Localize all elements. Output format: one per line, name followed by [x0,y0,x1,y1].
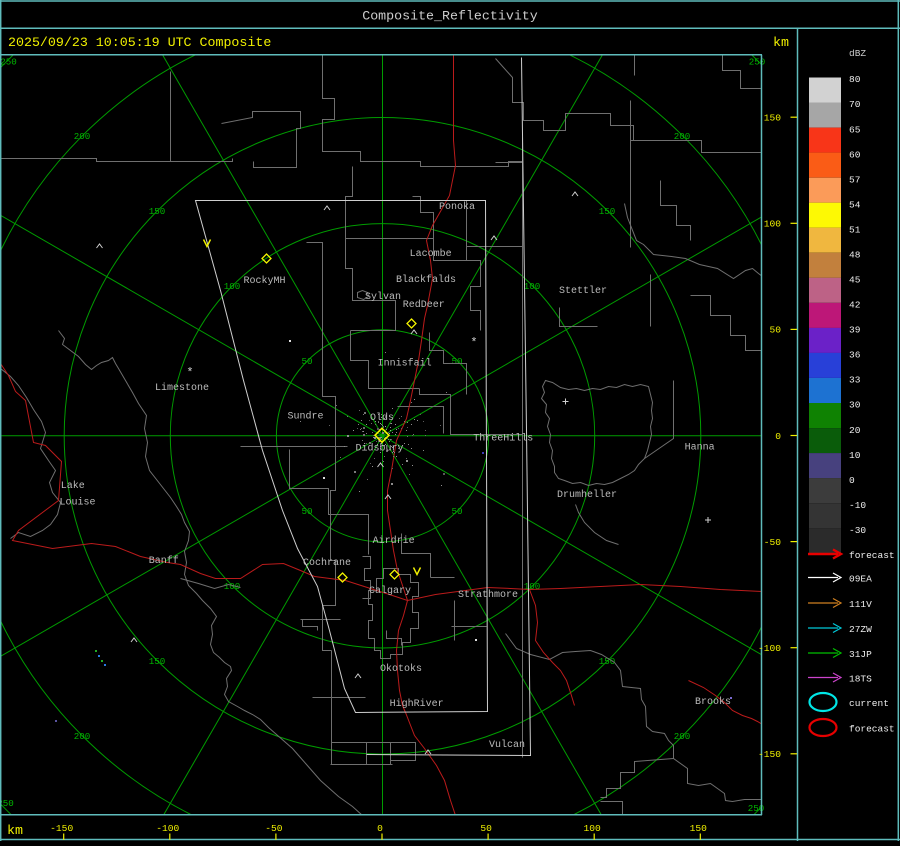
svg-text:Sylvan: Sylvan [365,291,401,303]
svg-text:-10: -10 [849,500,866,511]
svg-text:100: 100 [584,823,602,834]
svg-text:50: 50 [769,325,781,336]
svg-text:50: 50 [301,506,312,517]
svg-text:27ZW: 27ZW [849,624,872,635]
svg-text:RockyMH: RockyMH [244,275,286,287]
svg-text:Composite_Reflectivity: Composite_Reflectivity [362,9,538,24]
svg-text:100: 100 [224,281,241,292]
svg-text:Drumheller: Drumheller [557,489,617,501]
svg-text:200: 200 [74,131,91,142]
svg-text:100: 100 [524,581,541,592]
svg-text:150: 150 [764,113,782,124]
svg-text:50: 50 [301,356,312,367]
svg-text:250: 250 [0,57,17,68]
svg-text:31JP: 31JP [849,649,872,660]
svg-text:150: 150 [149,656,166,667]
svg-text:80: 80 [849,74,861,85]
svg-text:111V: 111V [849,599,872,610]
svg-text:km: km [7,823,23,838]
svg-text:0: 0 [775,431,781,442]
svg-text:51: 51 [849,224,861,235]
svg-text:65: 65 [849,124,861,135]
svg-text:Ponoka: Ponoka [439,201,475,213]
svg-text:km: km [773,35,789,50]
svg-text:33: 33 [849,375,861,386]
svg-text:39: 39 [849,325,861,336]
svg-text:50: 50 [480,823,492,834]
svg-text:50: 50 [451,506,462,517]
svg-text:Stettler: Stettler [559,285,607,297]
svg-text:-150: -150 [758,749,781,760]
svg-text:-100: -100 [758,643,781,654]
svg-text:50: 50 [451,356,462,367]
svg-text:Lacombe: Lacombe [410,248,452,260]
svg-text:dBZ: dBZ [849,48,866,59]
svg-text:*: * [470,336,477,350]
svg-text:Cochrane: Cochrane [303,557,351,569]
svg-text:150: 150 [599,206,616,217]
svg-text:150: 150 [690,823,708,834]
svg-text:-150: -150 [50,823,73,834]
svg-text:Olds: Olds [370,412,394,424]
svg-text:current: current [849,698,889,709]
svg-text:-30: -30 [849,525,866,536]
svg-text:Lake: Lake [61,480,85,492]
svg-text:20: 20 [849,425,861,436]
svg-text:200: 200 [674,731,691,742]
svg-text:Didsbury: Didsbury [356,443,404,455]
svg-text:ThreeHills: ThreeHills [473,433,533,445]
svg-text:-50: -50 [265,823,283,834]
svg-text:Limestone: Limestone [155,382,209,394]
svg-text:100: 100 [764,219,782,230]
svg-text:57: 57 [849,174,860,185]
svg-text:18TS: 18TS [849,674,872,685]
svg-text:Airdrie: Airdrie [373,535,415,547]
svg-text:forecast: forecast [849,550,895,561]
svg-text:48: 48 [849,250,861,261]
svg-text:Innisfail: Innisfail [378,358,432,370]
svg-text:45: 45 [849,275,861,286]
svg-text:60: 60 [849,149,861,160]
svg-text:Louise: Louise [60,496,96,508]
svg-text:Strathmore: Strathmore [458,589,518,601]
svg-text:*: * [186,366,193,380]
svg-text:Calgary: Calgary [369,585,411,597]
svg-text:250: 250 [749,57,766,68]
svg-text:Banff: Banff [149,555,179,567]
svg-text:30: 30 [849,400,861,411]
svg-text:70: 70 [849,99,861,110]
svg-text:2025/09/23 10:05:19 UTC Compos: 2025/09/23 10:05:19 UTC Composite [8,35,271,50]
svg-text:Brooks: Brooks [695,696,731,708]
svg-text:Hanna: Hanna [685,443,715,454]
svg-text:36: 36 [849,350,861,361]
svg-text:forecast: forecast [849,724,895,735]
svg-text:Okotoks: Okotoks [380,663,422,675]
svg-text:10: 10 [849,450,861,461]
svg-text:-50: -50 [764,537,782,548]
svg-text:0: 0 [849,475,855,486]
svg-text:-100: -100 [156,823,179,834]
svg-text:42: 42 [849,300,861,311]
svg-text:Vulcan: Vulcan [489,739,525,751]
svg-text:54: 54 [849,199,861,210]
svg-text:0: 0 [377,823,383,834]
svg-text:09EA: 09EA [849,574,872,585]
svg-text:150: 150 [149,206,166,217]
svg-text:Blackfalds: Blackfalds [396,274,456,286]
svg-text:Sundre: Sundre [288,411,324,423]
svg-text:200: 200 [74,731,91,742]
svg-text:250: 250 [0,798,14,809]
svg-text:100: 100 [524,281,541,292]
svg-text:RedDeer: RedDeer [403,299,445,311]
svg-text:HighRiver: HighRiver [390,698,444,710]
